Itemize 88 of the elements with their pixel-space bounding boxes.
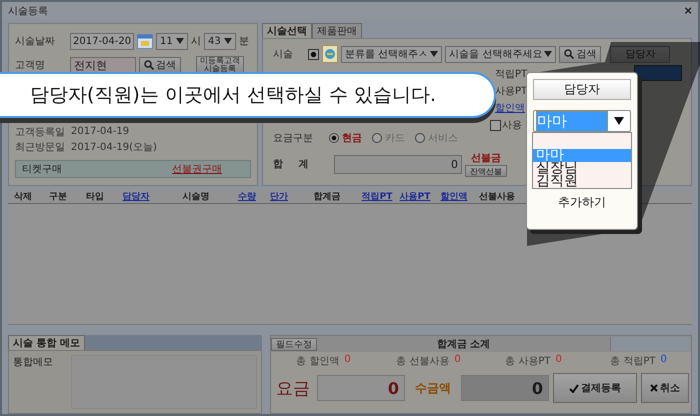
received-label: 수금액 bbox=[414, 380, 452, 397]
staff-dropdown[interactable] bbox=[634, 65, 682, 82]
add-button[interactable]: 추가하기 bbox=[558, 194, 606, 211]
close-button[interactable]: × bbox=[684, 3, 692, 18]
dropdown-option[interactable]: 김직원 bbox=[533, 175, 631, 188]
dropdown-option[interactable]: 마마 bbox=[533, 149, 631, 162]
search-button[interactable]: 검색 bbox=[559, 46, 602, 63]
field-label: 시술날짜 bbox=[15, 35, 56, 48]
checkbox[interactable] bbox=[308, 48, 319, 60]
search-icon bbox=[564, 49, 574, 60]
callout-text: 담당자(직원)는 이곳에서 선택하실 수 있습니다. bbox=[30, 83, 436, 108]
column-header: 합계금 bbox=[312, 191, 342, 204]
total-value: 0 bbox=[454, 354, 461, 368]
date-field[interactable]: 2017-04-20 bbox=[70, 32, 134, 50]
total-value: 0 bbox=[344, 354, 351, 368]
tab[interactable]: 제품판매 bbox=[312, 23, 362, 38]
staff-button[interactable]: 담당자 bbox=[533, 79, 631, 100]
checkbox[interactable] bbox=[490, 120, 501, 131]
window-title: 시술등록 bbox=[8, 4, 48, 18]
field-label: 시술 bbox=[272, 48, 294, 62]
total-label: 총 선불사용 bbox=[396, 355, 450, 368]
column-header[interactable]: 적립PT bbox=[358, 190, 396, 204]
field-label: 고객명 bbox=[15, 59, 46, 72]
total-field: 0 bbox=[334, 154, 462, 174]
discount-link[interactable]: 할인액 bbox=[495, 101, 528, 116]
search-icon bbox=[144, 60, 154, 70]
column-header[interactable]: 단가 bbox=[262, 190, 296, 204]
radio-button[interactable] bbox=[329, 133, 339, 144]
column-header[interactable]: 할인액 bbox=[434, 190, 474, 204]
column-header: 삭제 bbox=[13, 191, 33, 204]
total-label: 총 사용PT bbox=[505, 355, 550, 368]
check-icon bbox=[569, 384, 579, 393]
caret-icon bbox=[176, 38, 184, 44]
fee-label: 요금 bbox=[275, 378, 311, 400]
field-edit-button[interactable]: 필드수정 bbox=[271, 338, 317, 351]
total-value: 0 bbox=[555, 354, 562, 368]
summary-title: 합계금 소계 bbox=[436, 338, 492, 352]
balance-prepaid-button[interactable]: 잔액선불 bbox=[465, 165, 507, 178]
total-label: 총 할인액 bbox=[296, 355, 340, 368]
info-label: 최근방문일 bbox=[15, 140, 66, 154]
field-label: 합 계 bbox=[272, 158, 316, 172]
use-pt-label: 사용PT bbox=[495, 85, 528, 98]
earn-pt-label: 적립PT bbox=[495, 68, 528, 82]
column-header: 선불사용 bbox=[478, 191, 516, 204]
radio-label: 서비스 bbox=[428, 132, 458, 146]
caret-icon bbox=[614, 117, 624, 125]
payment-register-button[interactable]: 결제등록 bbox=[553, 373, 637, 404]
unit-label: 분 bbox=[239, 35, 249, 48]
column-header[interactable]: 사용PT bbox=[396, 190, 434, 204]
category-dropdown[interactable]: 분류를 선택해주ㅅ bbox=[341, 46, 442, 63]
radio-label: 현금 bbox=[342, 132, 362, 146]
search-button[interactable]: 검색 bbox=[139, 56, 181, 74]
caret-icon bbox=[224, 38, 232, 44]
unit-label: 시 bbox=[191, 35, 201, 48]
dropdown-option[interactable]: 실장님 bbox=[533, 162, 631, 175]
cancel-button[interactable]: 취소 bbox=[641, 373, 689, 404]
memo-label: 통합메모 bbox=[13, 356, 54, 370]
column-header: 구분 bbox=[48, 191, 68, 204]
prepaid-purchase-link[interactable]: 선불권구매 bbox=[172, 162, 222, 176]
caret-icon bbox=[544, 51, 552, 58]
memo-tab[interactable]: 시술 통합 메모 bbox=[8, 335, 85, 350]
tab[interactable]: 시술선택 bbox=[262, 23, 312, 38]
column-header[interactable]: 수량 bbox=[232, 190, 262, 204]
field-label: 요금구분 bbox=[272, 132, 314, 146]
caret-icon bbox=[430, 51, 438, 58]
info-value: 2017-04-19 bbox=[71, 126, 130, 138]
total-value: 0 bbox=[660, 354, 667, 368]
radio-label: 카드 bbox=[385, 132, 405, 146]
radio-button[interactable] bbox=[372, 133, 382, 144]
hour-dropdown[interactable]: 11 bbox=[156, 32, 188, 50]
ticket-label: 티켓구매 bbox=[22, 163, 62, 176]
minute-dropdown[interactable]: 43 bbox=[204, 32, 236, 50]
calendar-icon bbox=[137, 33, 153, 50]
radio-button[interactable] bbox=[415, 133, 425, 144]
column-header: 시술명 bbox=[182, 191, 210, 204]
column-header[interactable]: 담당자 bbox=[112, 190, 160, 204]
total-label: 총 적립PT bbox=[610, 355, 656, 368]
prepaid-label: 선불금 bbox=[471, 152, 501, 166]
staff-dropdown[interactable]: 마마 bbox=[533, 110, 631, 132]
customer-name-field[interactable]: 전지현 bbox=[70, 56, 136, 74]
received-field[interactable]: 0 bbox=[461, 375, 549, 402]
info-value: 2017-04-19(오늘) bbox=[71, 140, 157, 154]
fee-field: 0 bbox=[317, 375, 405, 402]
close-icon bbox=[650, 384, 658, 392]
info-label: 고객등록일 bbox=[15, 126, 66, 139]
use-label: 사용 bbox=[502, 119, 522, 132]
column-header: 타입 bbox=[85, 191, 105, 204]
service-dropdown[interactable]: 시술을 선택해주세요 bbox=[445, 46, 556, 63]
